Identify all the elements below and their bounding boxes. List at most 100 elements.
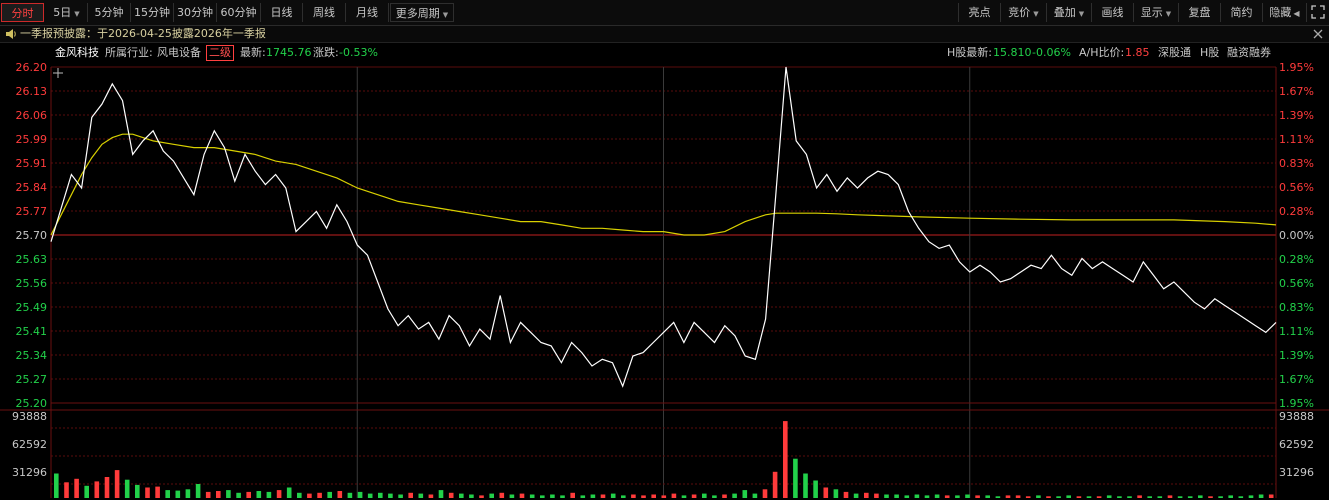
volume-bar — [813, 480, 818, 498]
volume-bar — [1046, 496, 1051, 498]
percent-tick-label: 0.56% — [1279, 181, 1314, 194]
volume-bar — [529, 494, 535, 498]
tab-more-periods[interactable]: 更多周期 ▼ — [390, 3, 454, 22]
level-badge[interactable]: 二级 — [206, 45, 234, 61]
volume-bar — [904, 495, 910, 498]
volume-bar — [327, 491, 332, 498]
volume-bar — [610, 493, 616, 498]
percent-tick-label: 1.95% — [1279, 397, 1314, 410]
stock-info-bar: 金风科技 所属行业: 风电设备 二级 最新: 1745.76 涨跌: -0.53… — [0, 44, 1329, 62]
industry-link[interactable]: 风电设备 — [157, 45, 201, 61]
volume-bar — [246, 491, 251, 498]
tab-5min[interactable]: 5分钟 — [88, 3, 131, 22]
volume-bar — [793, 458, 798, 498]
volume-bar — [347, 492, 353, 498]
volume-bar — [712, 495, 717, 498]
latest-label: 最新: — [240, 46, 266, 59]
volume-bar — [540, 495, 545, 498]
notice-bar: 一季报预披露：于2026-04-25披露2026年一季报 — [0, 26, 1329, 43]
volume-bar — [1025, 496, 1031, 498]
volume-bar — [1015, 495, 1021, 498]
highlight-button[interactable]: 亮点 — [958, 3, 1000, 22]
volume-bar — [1268, 494, 1274, 498]
volume-bar — [783, 421, 788, 498]
speaker-icon — [6, 29, 16, 39]
link-h-share[interactable]: H股 — [1200, 45, 1219, 61]
percent-tick-label: 1.39% — [1279, 109, 1314, 122]
volume-bar — [924, 495, 930, 498]
volume-bar — [1198, 495, 1203, 498]
link-margin-trading[interactable]: 融资融券 — [1227, 45, 1271, 61]
tab-weekly[interactable]: 周线 — [303, 3, 346, 22]
draw-line-button[interactable]: 画线 — [1091, 3, 1133, 22]
volume-bar — [297, 492, 302, 498]
tab-monthly[interactable]: 月线 — [346, 3, 389, 22]
volume-bar — [1228, 495, 1233, 498]
volume-bar — [1177, 496, 1183, 498]
volume-bar — [519, 493, 525, 498]
change-value: -0.53% — [339, 46, 378, 59]
volume-bar — [1208, 496, 1213, 498]
volume-bar — [1137, 495, 1142, 498]
chevron-down-icon: ▼ — [1078, 10, 1085, 18]
volume-bar — [823, 487, 829, 498]
volume-bar — [469, 494, 474, 498]
auction-button[interactable]: 竞价 ▼ — [1000, 3, 1046, 22]
volume-bar — [276, 490, 282, 498]
volume-bar — [621, 495, 626, 498]
percent-tick-label: 1.67% — [1279, 373, 1314, 386]
volume-bar — [1066, 495, 1071, 498]
price-tick-label: 25.20 — [16, 397, 48, 410]
chart-grid — [0, 66, 1329, 498]
chevron-down-icon: ▼ — [1165, 10, 1172, 18]
price-tick-label: 25.70 — [16, 229, 48, 242]
volume-bar — [459, 493, 464, 498]
volume-tick-label: 31296 — [1279, 466, 1314, 479]
hide-button[interactable]: 隐藏 ◀ — [1262, 3, 1306, 22]
intraday-chart[interactable]: 26.20 26.13 26.06 25.99 25.91 25.84 25.77 25.70… — [0, 62, 1329, 500]
industry-label: 所属行业: — [105, 46, 153, 59]
replay-button[interactable]: 复盘 — [1178, 3, 1220, 22]
volume-bar — [398, 494, 403, 498]
volume-bar — [1096, 496, 1102, 498]
volume-bar — [307, 493, 312, 498]
close-icon[interactable] — [1313, 29, 1323, 39]
volume-bar — [1086, 496, 1092, 498]
simple-button[interactable]: 简约 — [1220, 3, 1262, 22]
volume-tick-label: 62592 — [12, 438, 47, 451]
tab-5day[interactable]: 5日 ▼ — [46, 3, 88, 22]
price-tick-label: 25.63 — [16, 253, 48, 266]
fullscreen-button[interactable] — [1306, 3, 1328, 22]
tab-30min[interactable]: 30分钟 — [174, 3, 217, 22]
tab-daily[interactable]: 日线 — [261, 3, 303, 22]
percent-tick-label: 0.83% — [1279, 157, 1314, 170]
link-stock-connect[interactable]: 深股通 — [1158, 45, 1191, 61]
volume-bar — [722, 494, 727, 498]
tab-15min[interactable]: 15分钟 — [131, 3, 174, 22]
price-tick-label: 25.77 — [16, 205, 48, 218]
volume-bar — [560, 495, 565, 498]
volume-bar — [1167, 495, 1173, 498]
display-button[interactable]: 显示 ▼ — [1133, 3, 1178, 22]
price-tick-label: 25.34 — [16, 349, 48, 362]
volume-bar — [1036, 495, 1041, 498]
tab-intraday[interactable]: 分时 — [1, 3, 44, 22]
volume-bar — [955, 495, 960, 498]
volume-bar — [1258, 494, 1264, 498]
volume-bar — [418, 493, 424, 498]
chevron-down-icon: ▼ — [1033, 10, 1039, 18]
tab-60min[interactable]: 60分钟 — [217, 3, 261, 22]
h-latest-value: 15.810 — [993, 46, 1032, 59]
price-tick-label: 26.13 — [16, 85, 48, 98]
volume-bar — [641, 495, 646, 498]
volume-tick-label: 93888 — [12, 410, 47, 423]
volume-bar — [438, 490, 444, 498]
percent-tick-label: 1.11% — [1279, 325, 1314, 338]
overlay-button[interactable]: 叠加 ▼ — [1046, 3, 1091, 22]
notice-text[interactable]: 一季报预披露：于2026-04-25披露2026年一季报 — [20, 26, 266, 42]
volume-bar — [74, 478, 79, 498]
volume-bar — [1005, 495, 1011, 498]
price-tick-label: 26.06 — [16, 109, 48, 122]
volume-bar — [155, 486, 160, 498]
volume-bar — [1187, 496, 1193, 498]
